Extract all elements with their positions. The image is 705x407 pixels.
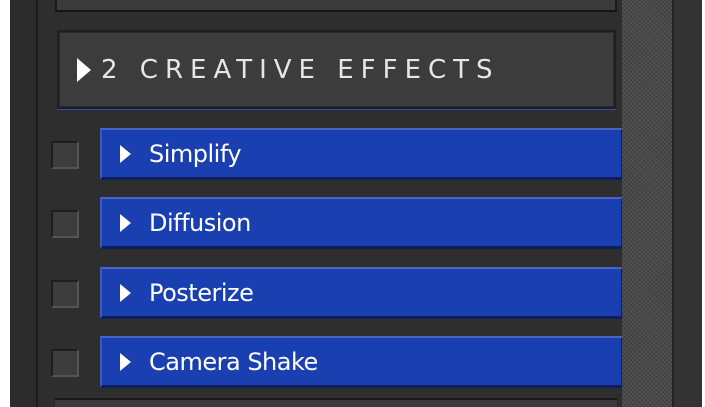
effect-row-diffusion: Diffusion	[48, 197, 628, 249]
effect-row-posterize: Posterize	[48, 267, 628, 319]
effect-label: Simplify	[149, 139, 242, 168]
effect-row-camera-shake: Camera Shake	[48, 336, 628, 388]
checkbox-camera-shake[interactable]	[51, 349, 79, 377]
effect-row-simplify: Simplify	[48, 128, 628, 180]
triangle-right-icon	[120, 352, 131, 371]
effect-label: Posterize	[149, 278, 254, 307]
scrollbar-track[interactable]	[622, 0, 672, 407]
panel-right-border	[672, 0, 702, 407]
checkbox-simplify[interactable]	[51, 141, 79, 169]
triangle-right-icon	[120, 144, 131, 163]
effect-button-camera-shake[interactable]: Camera Shake	[100, 336, 623, 388]
section-header-creative-effects[interactable]: 2 CREATIVE EFFECTS	[57, 30, 616, 109]
triangle-right-icon	[77, 57, 91, 82]
triangle-right-icon	[120, 283, 131, 302]
triangle-right-icon	[120, 213, 131, 232]
effect-button-simplify[interactable]: Simplify	[100, 128, 623, 180]
section-title: 2 CREATIVE EFFECTS	[101, 54, 500, 85]
effect-button-diffusion[interactable]: Diffusion	[100, 197, 623, 249]
effect-label: Diffusion	[149, 208, 251, 237]
effect-button-posterize[interactable]: Posterize	[100, 267, 623, 319]
checkbox-diffusion[interactable]	[51, 210, 79, 238]
effect-label: Camera Shake	[149, 347, 318, 376]
effects-panel-window: 2 CREATIVE EFFECTS Simplify Diffusion Po…	[0, 0, 705, 407]
previous-section-edge	[55, 0, 617, 12]
checkbox-posterize[interactable]	[51, 280, 79, 308]
next-section-edge	[55, 398, 617, 407]
